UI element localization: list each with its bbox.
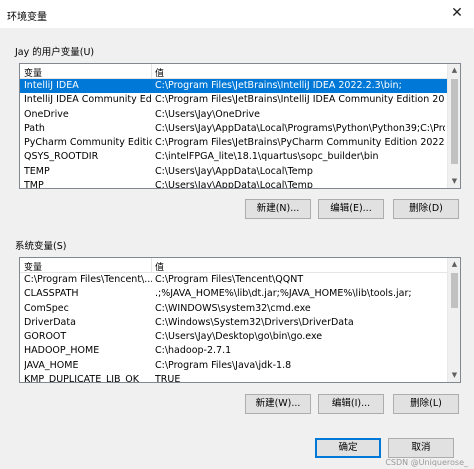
var-value: C:\Program Files\JetBrains\PyCharm Commu…: [155, 137, 445, 149]
close-icon[interactable]: ✕: [446, 2, 468, 24]
user-vars-label: Jay 的用户变量(U): [15, 47, 95, 58]
list-item[interactable]: JAVA_HOME C:\Program Files\Java\jdk-1.8: [20, 359, 460, 373]
user-delete-button[interactable]: 删除(D): [393, 199, 459, 219]
list-item[interactable]: GOROOT C:\Users\Jay\Desktop\go\bin\go.exe: [20, 330, 460, 344]
user-vars-vscrollbar[interactable]: ▲ ▼: [447, 64, 460, 188]
var-value: C:\Program Files\Tencent\QQNT: [155, 274, 304, 285]
var-value: C:\Users\Jay\AppData\Local\Temp: [155, 180, 313, 189]
title-bar: 环境变量 ✕: [0, 0, 474, 28]
var-name: PyCharm Community Edition: [24, 137, 152, 149]
system-vars-list[interactable]: 变量 值 C:\Program Files\Tencent\... C:\Prog…: [19, 257, 461, 383]
system-new-button[interactable]: 新建(W)...: [245, 394, 311, 414]
var-value: C:\Program Files\JetBrains\IntelliJ IDEA…: [155, 80, 402, 91]
user-vars-list[interactable]: 变量 值 IntelliJ IDEA C:\Program Files\JetBr…: [19, 63, 461, 189]
list-item[interactable]: TMP C:\Users\Jay\AppData\Local\Temp: [20, 179, 460, 189]
var-value: C:\WINDOWS\system32\cmd.exe: [155, 302, 311, 314]
list-item[interactable]: PyCharm Community Edition C:\Program File…: [20, 136, 460, 150]
scroll-thumb[interactable]: [451, 79, 458, 164]
list-item[interactable]: QSYS_ROOTDIR C:\intelFPGA_lite\18.1\quart…: [20, 150, 460, 164]
var-name: CLASSPATH: [24, 288, 79, 300]
var-value: C:\hadoop-2.7.1: [155, 345, 232, 357]
user-vars-header: 变量 值: [20, 64, 460, 79]
var-value: C:\Program Files\JetBrains\IntelliJ IDEA…: [155, 94, 445, 106]
system-vars-header: 变量 值: [20, 258, 460, 273]
var-name: IntelliJ IDEA Community Ed...: [24, 94, 152, 106]
user-edit-button[interactable]: 编辑(E)...: [318, 199, 384, 219]
list-item[interactable]: Path C:\Users\Jay\AppData\Local\Programs\…: [20, 122, 460, 136]
var-name: GOROOT: [24, 331, 67, 343]
user-new-button[interactable]: 新建(N)...: [245, 199, 311, 219]
list-item[interactable]: HADOOP_HOME C:\hadoop-2.7.1: [20, 344, 460, 358]
var-name: C:\Program Files\Tencent\...: [24, 274, 152, 285]
system-vars-col-var[interactable]: 变量: [24, 260, 42, 273]
var-value: C:\Users\Jay\AppData\Local\Temp: [155, 165, 313, 177]
var-name: DriverData: [24, 316, 76, 328]
system-vars-col-val[interactable]: 值: [155, 260, 164, 273]
list-item[interactable]: CLASSPATH .;%JAVA_HOME%\lib\dt.jar;%JAVA_…: [20, 287, 460, 301]
scroll-thumb[interactable]: [451, 273, 458, 308]
var-value: .;%JAVA_HOME%\lib\dt.jar;%JAVA_HOME%\lib…: [155, 288, 412, 300]
cancel-button[interactable]: 取消: [388, 438, 454, 458]
var-name: TMP: [24, 180, 44, 189]
system-edit-button[interactable]: 编辑(I)...: [318, 394, 384, 414]
var-name: KMP_DUPLICATE_LIB_OK: [24, 374, 140, 383]
list-item[interactable]: DriverData C:\Windows\System32\Drivers\Dr…: [20, 316, 460, 330]
scroll-up-icon[interactable]: ▲: [448, 64, 460, 77]
var-value: TRUE: [155, 374, 181, 383]
system-delete-button[interactable]: 删除(L): [393, 394, 459, 414]
list-item[interactable]: IntelliJ IDEA C:\Program Files\JetBrains\…: [20, 79, 460, 94]
var-name: Path: [24, 122, 45, 134]
var-name: IntelliJ IDEA: [24, 80, 79, 91]
var-name: OneDrive: [24, 108, 69, 120]
system-vars-label: 系统变量(S): [15, 241, 67, 252]
var-value: C:\Users\Jay\OneDrive: [155, 108, 260, 120]
scroll-down-icon[interactable]: ▼: [448, 369, 460, 382]
ok-button[interactable]: 确定: [315, 438, 381, 458]
var-value: C:\Users\Jay\AppData\Local\Programs\Pyth…: [155, 122, 445, 134]
var-name: QSYS_ROOTDIR: [24, 151, 99, 163]
var-value: C:\Program Files\Java\jdk-1.8: [155, 359, 292, 371]
var-name: JAVA_HOME: [24, 359, 79, 371]
watermark: CSDN @Uniquerose_: [385, 458, 468, 467]
var-value: C:\intelFPGA_lite\18.1\quartus\sopc_buil…: [155, 151, 379, 163]
scroll-up-icon[interactable]: ▲: [448, 258, 460, 271]
window-title: 环境变量: [7, 12, 47, 23]
var-value: C:\Windows\System32\Drivers\DriverData: [155, 316, 354, 328]
user-vars-col-var[interactable]: 变量: [24, 66, 42, 79]
var-name: ComSpec: [24, 302, 69, 314]
scroll-down-icon[interactable]: ▼: [448, 175, 460, 188]
var-name: HADOOP_HOME: [24, 345, 100, 357]
list-item[interactable]: ComSpec C:\WINDOWS\system32\cmd.exe: [20, 302, 460, 316]
var-value: C:\Users\Jay\Desktop\go\bin\go.exe: [155, 331, 323, 343]
list-item[interactable]: OneDrive C:\Users\Jay\OneDrive: [20, 108, 460, 122]
list-item[interactable]: KMP_DUPLICATE_LIB_OK TRUE: [20, 373, 460, 383]
user-vars-col-val[interactable]: 值: [155, 66, 164, 79]
list-item[interactable]: IntelliJ IDEA Community Ed... C:\Program …: [20, 93, 460, 107]
list-item[interactable]: TEMP C:\Users\Jay\AppData\Local\Temp: [20, 165, 460, 179]
list-item[interactable]: C:\Program Files\Tencent\... C:\Program F…: [20, 273, 460, 287]
var-name: TEMP: [24, 165, 50, 177]
system-vars-vscrollbar[interactable]: ▲ ▼: [447, 258, 460, 382]
